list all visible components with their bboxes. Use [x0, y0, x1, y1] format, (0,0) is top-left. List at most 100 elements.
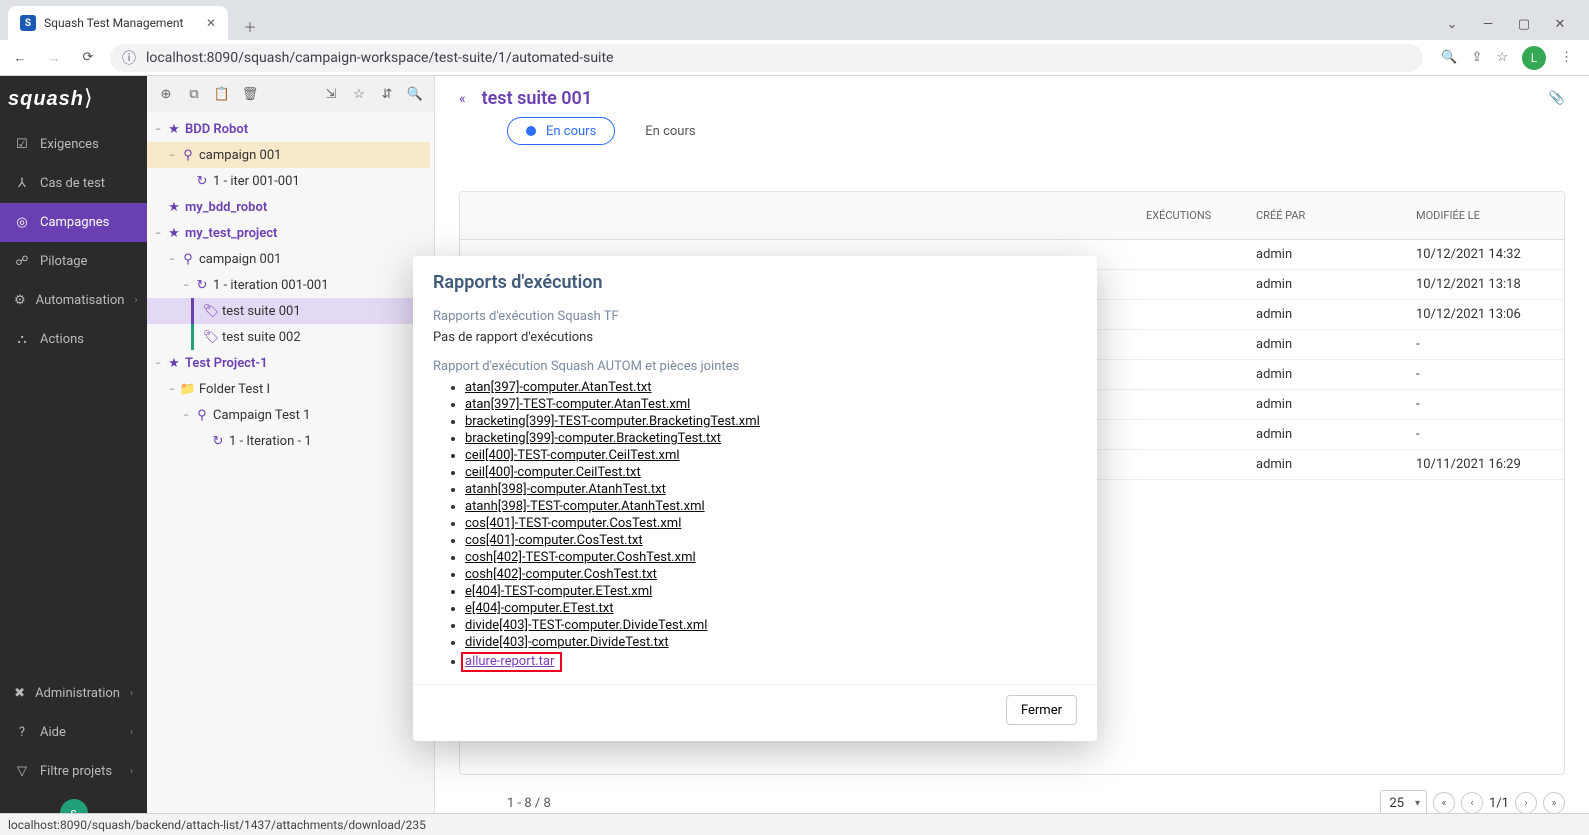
tree-folder[interactable]: −📁Folder Test I: [147, 376, 430, 402]
tree-project[interactable]: −★Test Project-1: [147, 350, 430, 376]
new-tab-button[interactable]: ＋: [236, 12, 264, 40]
reports-modal: Rapports d'exécution Rapports d'exécutio…: [413, 256, 1097, 741]
attachment-link[interactable]: cos[401]-TEST-computer.CosTest.xml: [465, 516, 681, 531]
tree-campaign[interactable]: −⚲campaign 001: [147, 246, 430, 272]
kebab-menu-icon[interactable]: ⋮: [1560, 50, 1573, 65]
pager-last-icon[interactable]: »: [1543, 792, 1565, 814]
attachment-link[interactable]: atan[397]-computer.AtanTest.txt: [465, 380, 652, 395]
search-icon[interactable]: 🔍: [404, 83, 426, 105]
tree-project[interactable]: −★my_test_project: [147, 220, 430, 246]
modal-section-tf: Rapports d'exécution Squash TF: [433, 309, 1077, 324]
pager-next-icon[interactable]: ›: [1515, 792, 1537, 814]
th-executions[interactable]: EXÉCUTIONS: [1134, 209, 1244, 222]
delete-icon[interactable]: 🗑: [239, 83, 261, 105]
tree-project[interactable]: ★my_bdd_robot: [147, 194, 430, 220]
star-icon[interactable]: ☆: [348, 83, 370, 105]
chevron-right-icon: ›: [134, 295, 137, 306]
share-icon[interactable]: ⇪: [1471, 50, 1482, 65]
window-close-icon[interactable]: ✕: [1551, 17, 1569, 32]
attachment-item: atan[397]-TEST-computer.AtanTest.xml: [465, 397, 1077, 412]
site-info-icon[interactable]: ⓘ: [122, 48, 136, 68]
nav-administration[interactable]: ✖Administration›: [0, 674, 147, 713]
profile-avatar[interactable]: L: [1522, 46, 1546, 70]
modal-no-report: Pas de rapport d'exécutions: [433, 330, 1077, 345]
attachment-icon[interactable]: 📎: [1549, 91, 1565, 106]
attachment-link[interactable]: bracketing[399]-computer.BracketingTest.…: [465, 431, 721, 446]
close-tab-icon[interactable]: ✕: [206, 16, 216, 30]
library-icon: ⛬: [14, 332, 30, 347]
nav-label: Administration: [35, 686, 120, 701]
attachment-link[interactable]: atanh[398]-computer.AtanhTest.txt: [465, 482, 666, 497]
status-pill-active[interactable]: En cours: [507, 117, 615, 145]
attachment-link[interactable]: atanh[398]-TEST-computer.AtanhTest.xml: [465, 499, 705, 514]
status-pill[interactable]: En cours: [627, 117, 713, 145]
paste-icon[interactable]: 📋: [211, 83, 233, 105]
attachment-link[interactable]: cosh[402]-TEST-computer.CoshTest.xml: [465, 550, 696, 565]
window-minimize-icon[interactable]: —: [1479, 17, 1497, 32]
tree-campaign[interactable]: −⚲campaign 001: [147, 142, 430, 168]
th-cree-par[interactable]: CRÉÉ PAR: [1244, 209, 1404, 222]
cell-mod: -: [1404, 337, 1564, 352]
attachment-item: cosh[402]-TEST-computer.CoshTest.xml: [465, 550, 1077, 565]
attachment-link[interactable]: ceil[400]-computer.CeilTest.txt: [465, 465, 641, 480]
pager-prev-icon[interactable]: ‹: [1461, 792, 1483, 814]
nav-filtre-projets[interactable]: ▽Filtre projets›: [0, 752, 147, 791]
gauge-icon: ☍: [14, 254, 30, 269]
tree-iteration[interactable]: −↻1 - iteration 001-001: [147, 272, 430, 298]
attachment-link[interactable]: divide[403]-TEST-computer.DivideTest.xml: [465, 618, 707, 633]
attachment-link[interactable]: cosh[402]-computer.CoshTest.txt: [465, 567, 657, 582]
chevron-right-icon: ›: [130, 766, 133, 777]
bookmark-star-icon[interactable]: ☆: [1496, 50, 1508, 65]
zoom-icon[interactable]: 🔍: [1441, 50, 1457, 65]
attachment-item: divide[403]-TEST-computer.DivideTest.xml: [465, 618, 1077, 633]
chevron-right-icon: ›: [130, 727, 133, 738]
tab-title: Squash Test Management: [44, 16, 183, 30]
copy-icon[interactable]: ⧉: [183, 83, 205, 105]
window-controls: ⌄ — ▢ ✕: [1443, 17, 1581, 40]
tree-suite[interactable]: 🏷test suite 002: [147, 324, 430, 350]
close-modal-button[interactable]: Fermer: [1006, 695, 1077, 725]
tree-campaign[interactable]: −⚲Campaign Test 1: [147, 402, 430, 428]
browser-tab[interactable]: S Squash Test Management ✕: [8, 6, 228, 40]
attachment-item: bracketing[399]-TEST-computer.Bracketing…: [465, 414, 1077, 429]
nav-cas-de-test[interactable]: ⅄Cas de test: [0, 164, 147, 203]
nav-exigences[interactable]: ☑Exigences: [0, 125, 147, 164]
attachment-link[interactable]: cos[401]-computer.CosTest.txt: [465, 533, 643, 548]
nav-aide[interactable]: ?Aide›: [0, 713, 147, 752]
cell-cree: admin: [1244, 397, 1404, 412]
attachment-link[interactable]: bracketing[399]-TEST-computer.Bracketing…: [465, 414, 760, 429]
attachment-item: divide[403]-computer.DivideTest.txt: [465, 635, 1077, 650]
nav-back-icon[interactable]: ←: [8, 50, 32, 66]
tree-iteration[interactable]: ↻1 - iter 001-001: [147, 168, 430, 194]
tree-suite[interactable]: 🏷test suite 001: [147, 298, 430, 324]
tree-project[interactable]: −★BDD Robot: [147, 116, 430, 142]
chevron-down-icon[interactable]: ⌄: [1443, 17, 1461, 32]
nav-campagnes[interactable]: ◎Campagnes: [0, 203, 147, 242]
cell-cree: admin: [1244, 307, 1404, 322]
nav-forward-icon[interactable]: →: [42, 50, 66, 66]
cell-mod: 10/12/2021 13:06: [1404, 307, 1564, 322]
export-icon[interactable]: ⇲: [320, 83, 342, 105]
back-button-icon[interactable]: «: [459, 91, 466, 107]
attachment-link[interactable]: e[404]-TEST-computer.ETest.xml: [465, 584, 652, 599]
nav-actions[interactable]: ⛬Actions: [0, 320, 147, 359]
nav-label: Campagnes: [40, 215, 109, 230]
nav-automatisation[interactable]: ⚙Automatisation›: [0, 281, 147, 320]
attachment-link[interactable]: divide[403]-computer.DivideTest.txt: [465, 635, 669, 650]
attachment-link[interactable]: e[404]-computer.ETest.txt: [465, 601, 613, 616]
attachment-link[interactable]: allure-report.tar: [465, 654, 554, 669]
attachment-link[interactable]: atan[397]-TEST-computer.AtanTest.xml: [465, 397, 690, 412]
th-modifiee-le[interactable]: MODIFIÉE LE: [1404, 209, 1564, 222]
url-input[interactable]: ⓘ localhost:8090/squash/campaign-workspa…: [110, 44, 1423, 72]
window-maximize-icon[interactable]: ▢: [1515, 17, 1533, 32]
sort-icon[interactable]: ⇵: [376, 83, 398, 105]
tree-iteration[interactable]: ↻1 - Iteration - 1: [147, 428, 430, 454]
cell-mod: -: [1404, 397, 1564, 412]
nav-pilotage[interactable]: ☍Pilotage: [0, 242, 147, 281]
modal-section-autom: Rapport d'exécution Squash AUTOM et pièc…: [433, 359, 1077, 374]
add-icon[interactable]: ⊕: [155, 83, 177, 105]
nav-reload-icon[interactable]: ⟳: [76, 50, 100, 65]
attachment-link[interactable]: ceil[400]-TEST-computer.CeilTest.xml: [465, 448, 680, 463]
tools-icon: ✖: [14, 686, 25, 701]
pager-first-icon[interactable]: «: [1433, 792, 1455, 814]
